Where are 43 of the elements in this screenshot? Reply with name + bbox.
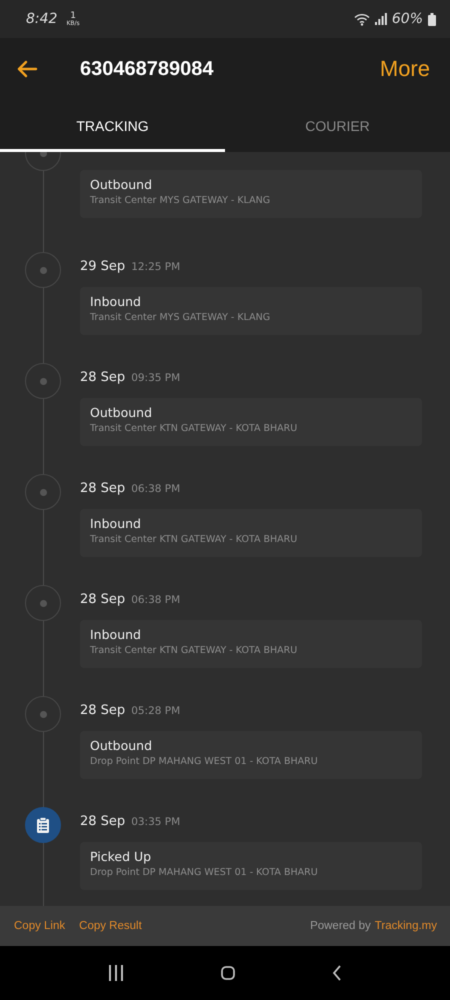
- event-status: Inbound: [90, 627, 142, 642]
- event-status: Outbound: [90, 738, 154, 753]
- tracking-number-title: 630468789084: [80, 58, 214, 80]
- event-status: Picked Up: [90, 849, 152, 864]
- event-location: Transit Center KTN GATEWAY - KOTA BHARU: [90, 645, 298, 656]
- event-location: Drop Point DP MAHANG WEST 01 - KOTA BHARU: [90, 756, 319, 767]
- home-icon[interactable]: [220, 966, 235, 980]
- event-time: 12:25 PM: [131, 261, 180, 273]
- more-button[interactable]: More: [380, 56, 430, 82]
- status-time: 8:42: [26, 11, 58, 27]
- event-location: Transit Center MYS GATEWAY - KLANG: [90, 312, 272, 323]
- event-date: 28 Sep: [80, 370, 126, 385]
- event-status: Inbound: [90, 294, 142, 309]
- battery-percent: 60%: [392, 11, 423, 27]
- copy-result-link[interactable]: Copy Result: [79, 920, 142, 932]
- event-date: 28 Sep: [80, 592, 126, 607]
- event-status: Outbound: [90, 405, 154, 420]
- event-location: Transit Center KTN GATEWAY - KOTA BHARU: [90, 423, 298, 434]
- tab[interactable]: COURIER: [225, 100, 450, 152]
- copy-link-link[interactable]: Copy Link: [14, 920, 66, 932]
- event-status: Outbound: [90, 177, 154, 192]
- event-time: 06:38 PM: [131, 483, 180, 495]
- wifi-icon: [354, 12, 370, 26]
- event-time: 06:38 PM: [131, 594, 180, 606]
- event-location: Transit Center MYS GATEWAY - KLANG: [90, 195, 272, 206]
- provider-link[interactable]: Tracking.my: [374, 920, 437, 932]
- battery-icon: [428, 12, 436, 26]
- network-speed-value: 1: [70, 12, 76, 20]
- event-date: 28 Sep: [80, 814, 126, 829]
- event-time: 09:35 PM: [131, 372, 180, 384]
- event-time: 03:35 PM: [131, 816, 180, 828]
- event-date: 28 Sep: [80, 481, 126, 496]
- recent-apps-icon[interactable]: [108, 965, 124, 981]
- event-location: Transit Center KTN GATEWAY - KOTA BHARU: [90, 534, 298, 545]
- event-location: Drop Point DP MAHANG WEST 01 - KOTA BHARU: [90, 867, 319, 878]
- back-icon[interactable]: [332, 965, 342, 981]
- back-arrow-icon: [16, 60, 38, 78]
- event-date: 29 Sep: [80, 259, 126, 274]
- event-date: 28 Sep: [80, 703, 126, 718]
- signal-icon: [374, 13, 387, 25]
- event-time: 05:28 PM: [131, 705, 180, 717]
- event-status: Inbound: [90, 516, 142, 531]
- powered-by-text: Powered by: [310, 920, 371, 932]
